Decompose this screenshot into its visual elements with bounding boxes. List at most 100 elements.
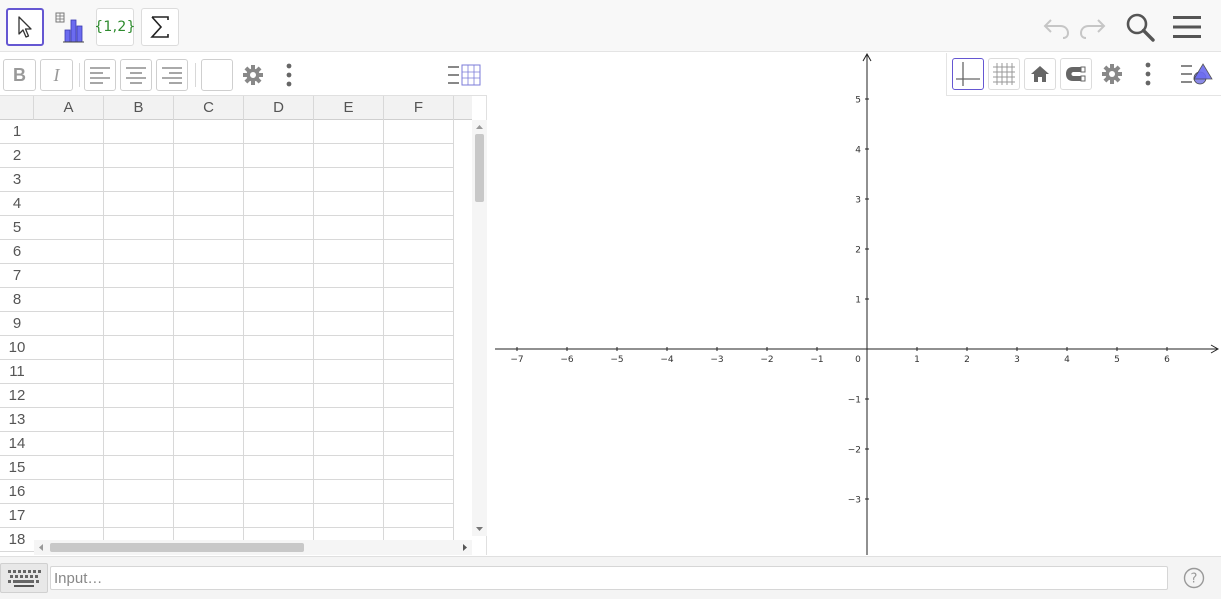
graphics-more-button[interactable] [1139, 58, 1157, 90]
cell-b5[interactable] [104, 216, 174, 240]
cell-c9[interactable] [174, 312, 244, 336]
sum-tool-button[interactable] [141, 8, 179, 46]
cell-b4[interactable] [104, 192, 174, 216]
cell-d17[interactable] [244, 504, 314, 528]
row-header-2[interactable]: 2 [0, 144, 34, 168]
cell-d11[interactable] [244, 360, 314, 384]
row-header-5[interactable]: 5 [0, 216, 34, 240]
column-header-e[interactable]: E [314, 96, 384, 120]
cell-f15[interactable] [384, 456, 454, 480]
create-list-button[interactable]: {1,2} [94, 8, 135, 46]
cell-f13[interactable] [384, 408, 454, 432]
coordinate-axes[interactable]: −7 −6 −5 −4 −3 −2 −1 0 1 2 3 4 5 6 5 4 3 2 1 −1 −2 −3 [495, 53, 1221, 555]
cell-f5[interactable] [384, 216, 454, 240]
cell-a1[interactable] [34, 120, 104, 144]
cell-e6[interactable] [314, 240, 384, 264]
cell-a8[interactable] [34, 288, 104, 312]
cell-b1[interactable] [104, 120, 174, 144]
cell-f4[interactable] [384, 192, 454, 216]
align-left-button[interactable] [84, 59, 116, 91]
graphics-settings-button[interactable] [1096, 58, 1128, 90]
background-color-button[interactable] [201, 59, 233, 91]
cell-d16[interactable] [244, 480, 314, 504]
scroll-left-arrow-icon[interactable] [36, 540, 46, 555]
row-header-12[interactable]: 12 [0, 384, 34, 408]
one-variable-analysis-button[interactable] [51, 8, 89, 46]
column-header-d[interactable]: D [244, 96, 314, 120]
show-axes-button[interactable] [952, 58, 984, 90]
cell-d7[interactable] [244, 264, 314, 288]
cell-c3[interactable] [174, 168, 244, 192]
search-button[interactable] [1123, 10, 1157, 44]
standard-view-button[interactable] [1024, 58, 1056, 90]
cell-a13[interactable] [34, 408, 104, 432]
cell-e16[interactable] [314, 480, 384, 504]
cell-a6[interactable] [34, 240, 104, 264]
cell-b16[interactable] [104, 480, 174, 504]
cell-a15[interactable] [34, 456, 104, 480]
cell-e17[interactable] [314, 504, 384, 528]
align-center-button[interactable] [120, 59, 152, 91]
keyboard-toggle-button[interactable] [0, 563, 48, 593]
row-header-8[interactable]: 8 [0, 288, 34, 312]
cell-f2[interactable] [384, 144, 454, 168]
cell-c5[interactable] [174, 216, 244, 240]
graphics-style-toggle-button[interactable] [1179, 58, 1215, 90]
cell-e2[interactable] [314, 144, 384, 168]
cell-c4[interactable] [174, 192, 244, 216]
cell-b15[interactable] [104, 456, 174, 480]
row-header-9[interactable]: 9 [0, 312, 34, 336]
cell-e12[interactable] [314, 384, 384, 408]
cell-c13[interactable] [174, 408, 244, 432]
cell-a10[interactable] [34, 336, 104, 360]
column-header-b[interactable]: B [104, 96, 174, 120]
column-header-f[interactable]: F [384, 96, 454, 120]
cell-a9[interactable] [34, 312, 104, 336]
cell-c10[interactable] [174, 336, 244, 360]
cell-a7[interactable] [34, 264, 104, 288]
vertical-scrollbar[interactable] [472, 120, 487, 536]
cell-e11[interactable] [314, 360, 384, 384]
horizontal-scrollbar[interactable] [34, 540, 472, 555]
help-icon[interactable]: ? [1183, 567, 1205, 589]
row-header-3[interactable]: 3 [0, 168, 34, 192]
horizontal-scroll-thumb[interactable] [50, 543, 304, 552]
row-header-10[interactable]: 10 [0, 336, 34, 360]
move-tool-button[interactable] [6, 8, 44, 46]
cell-a2[interactable] [34, 144, 104, 168]
column-header-a[interactable]: A [34, 96, 104, 120]
cell-c7[interactable] [174, 264, 244, 288]
cell-f1[interactable] [384, 120, 454, 144]
bold-button[interactable]: B [3, 59, 36, 91]
cell-b6[interactable] [104, 240, 174, 264]
cell-e5[interactable] [314, 216, 384, 240]
cell-c12[interactable] [174, 384, 244, 408]
cell-b8[interactable] [104, 288, 174, 312]
cell-c15[interactable] [174, 456, 244, 480]
main-menu-button[interactable] [1170, 10, 1204, 44]
redo-button[interactable] [1076, 10, 1110, 44]
cell-c1[interactable] [174, 120, 244, 144]
cell-b10[interactable] [104, 336, 174, 360]
cell-f16[interactable] [384, 480, 454, 504]
cell-d9[interactable] [244, 312, 314, 336]
cell-d10[interactable] [244, 336, 314, 360]
cell-e7[interactable] [314, 264, 384, 288]
cell-e14[interactable] [314, 432, 384, 456]
cell-a17[interactable] [34, 504, 104, 528]
cell-f3[interactable] [384, 168, 454, 192]
cell-d13[interactable] [244, 408, 314, 432]
sheet-corner[interactable] [0, 96, 34, 120]
row-header-13[interactable]: 13 [0, 408, 34, 432]
cell-e10[interactable] [314, 336, 384, 360]
column-header-c[interactable]: C [174, 96, 244, 120]
cell-c2[interactable] [174, 144, 244, 168]
row-header-7[interactable]: 7 [0, 264, 34, 288]
cell-c16[interactable] [174, 480, 244, 504]
cell-d15[interactable] [244, 456, 314, 480]
cell-f9[interactable] [384, 312, 454, 336]
cell-c17[interactable] [174, 504, 244, 528]
row-header-6[interactable]: 6 [0, 240, 34, 264]
row-header-18[interactable]: 18 [0, 528, 34, 552]
cell-d1[interactable] [244, 120, 314, 144]
